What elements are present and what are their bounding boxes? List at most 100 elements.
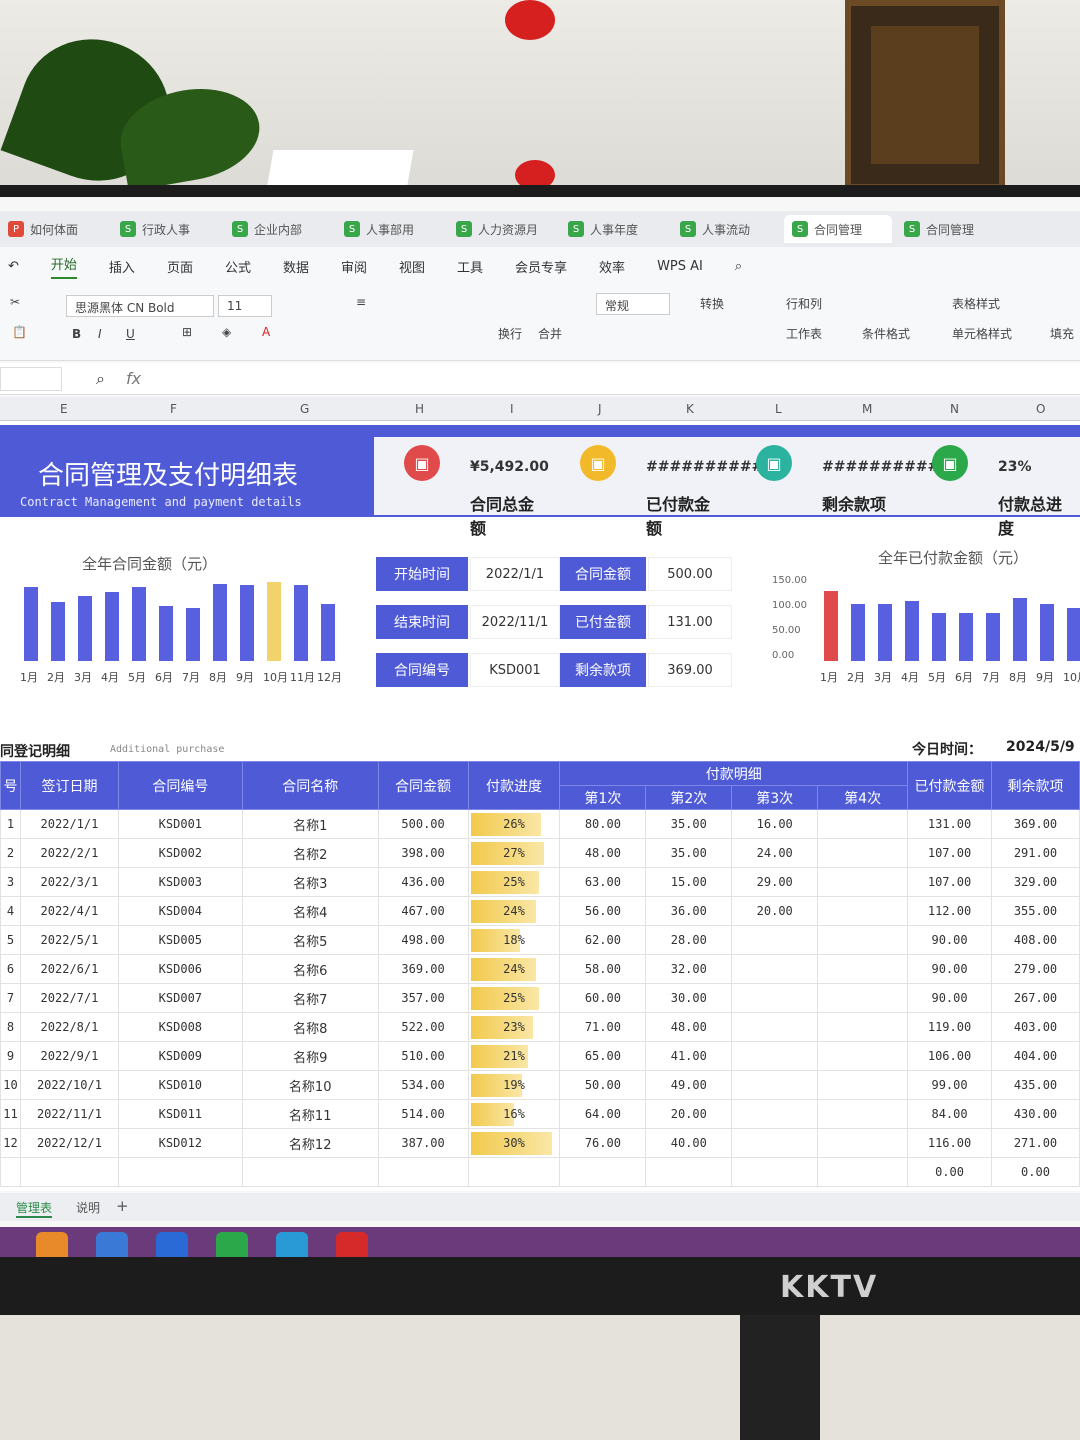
- underline-icon[interactable]: U: [126, 327, 135, 341]
- cell-name[interactable]: 名称12: [241, 1128, 379, 1158]
- cell-progress[interactable]: 24%: [467, 954, 561, 984]
- cell-date[interactable]: 2022/8/1: [19, 1012, 119, 1042]
- cell-p3[interactable]: [731, 983, 819, 1013]
- wps-app-icon[interactable]: [336, 1232, 368, 1257]
- cell-name[interactable]: 名称2: [241, 838, 379, 868]
- cell-p3[interactable]: [731, 925, 819, 955]
- cell-amount[interactable]: 514.00: [377, 1099, 469, 1129]
- cell-no[interactable]: 12: [0, 1128, 21, 1158]
- cell-p4[interactable]: [817, 983, 909, 1013]
- cell-remain[interactable]: 291.00: [991, 838, 1080, 868]
- worksheet-button[interactable]: 工作表: [786, 325, 822, 342]
- cell-no[interactable]: 7: [0, 983, 21, 1013]
- cell-name[interactable]: 名称3: [241, 867, 379, 897]
- cell-p1[interactable]: 58.00: [559, 954, 647, 984]
- cloud-app-icon[interactable]: [96, 1232, 128, 1257]
- italic-icon[interactable]: I: [98, 327, 102, 341]
- cell-no[interactable]: 9: [0, 1041, 21, 1071]
- sheet-tab-notes[interactable]: 说明: [76, 1199, 100, 1216]
- cell-p4[interactable]: [817, 1041, 909, 1071]
- cell-progress[interactable]: 19%: [467, 1070, 561, 1100]
- doc-tab[interactable]: S 人事年度: [560, 215, 668, 243]
- cell-p1[interactable]: 50.00: [559, 1070, 647, 1100]
- undo-icon[interactable]: ↶: [8, 259, 19, 274]
- cell-paid[interactable]: 119.00: [907, 1012, 992, 1042]
- cell-p3[interactable]: [731, 1070, 819, 1100]
- cell-name[interactable]: 名称8: [241, 1012, 379, 1042]
- cell-progress[interactable]: 27%: [467, 838, 561, 868]
- cell-id[interactable]: KSD001: [117, 809, 243, 839]
- cell-no[interactable]: [0, 1157, 21, 1187]
- fill-color-icon[interactable]: ◈: [222, 325, 231, 339]
- doc-tab[interactable]: S 合同管理: [784, 215, 892, 243]
- cell-p1[interactable]: 62.00: [559, 925, 647, 955]
- name-box[interactable]: [0, 367, 62, 391]
- sogou-app-icon[interactable]: [156, 1232, 188, 1257]
- cell-paid[interactable]: 106.00: [907, 1041, 992, 1071]
- cell-p3[interactable]: [731, 1157, 819, 1187]
- column-header[interactable]: I: [510, 402, 514, 416]
- fill-button[interactable]: 填充: [1050, 325, 1074, 342]
- cell-p1[interactable]: 60.00: [559, 983, 647, 1013]
- cell-p2[interactable]: 36.00: [645, 896, 733, 926]
- cell-p4[interactable]: [817, 925, 909, 955]
- menu-wps-ai[interactable]: WPS AI: [657, 259, 703, 274]
- menu-member[interactable]: 会员专享: [515, 257, 567, 276]
- conditional-format-button[interactable]: 条件格式: [862, 325, 910, 342]
- cell-remain[interactable]: 279.00: [991, 954, 1080, 984]
- cell-id[interactable]: KSD010: [117, 1070, 243, 1100]
- cell-progress[interactable]: 18%: [467, 925, 561, 955]
- cell-name[interactable]: 名称4: [241, 896, 379, 926]
- cell-p1[interactable]: 48.00: [559, 838, 647, 868]
- cell-p4[interactable]: [817, 896, 909, 926]
- cell-p2[interactable]: [645, 1157, 733, 1187]
- cell-p2[interactable]: 41.00: [645, 1041, 733, 1071]
- cell-p3[interactable]: [731, 954, 819, 984]
- qq-app-icon[interactable]: [276, 1232, 308, 1257]
- cell-p3[interactable]: 29.00: [731, 867, 819, 897]
- column-header[interactable]: N: [950, 402, 959, 416]
- cell-p1[interactable]: 63.00: [559, 867, 647, 897]
- cell-date[interactable]: 2022/12/1: [19, 1128, 119, 1158]
- doc-tab[interactable]: S 行政人事: [112, 215, 220, 243]
- doc-tab[interactable]: P 如何体面: [0, 215, 108, 243]
- cell-p2[interactable]: 35.00: [645, 809, 733, 839]
- cell-amount[interactable]: [377, 1157, 469, 1187]
- cell-progress[interactable]: [467, 1157, 561, 1187]
- cell-name[interactable]: 名称5: [241, 925, 379, 955]
- font-size-select[interactable]: 11: [218, 295, 272, 317]
- cell-remain[interactable]: 430.00: [991, 1099, 1080, 1129]
- cell-p3[interactable]: 24.00: [731, 838, 819, 868]
- menu-page[interactable]: 页面: [167, 257, 193, 276]
- cell-date[interactable]: 2022/5/1: [19, 925, 119, 955]
- menu-insert[interactable]: 插入: [109, 257, 135, 276]
- cell-date[interactable]: 2022/2/1: [19, 838, 119, 868]
- align-icon[interactable]: ≡: [356, 295, 366, 309]
- cell-p1[interactable]: 56.00: [559, 896, 647, 926]
- cell-remain[interactable]: 329.00: [991, 867, 1080, 897]
- cell-no[interactable]: 1: [0, 809, 21, 839]
- doc-tab[interactable]: S 合同管理: [896, 215, 1004, 243]
- cell-p4[interactable]: [817, 867, 909, 897]
- cell-amount[interactable]: 534.00: [377, 1070, 469, 1100]
- cell-p1[interactable]: 76.00: [559, 1128, 647, 1158]
- cell-paid[interactable]: 112.00: [907, 896, 992, 926]
- cell-amount[interactable]: 369.00: [377, 954, 469, 984]
- column-header[interactable]: G: [300, 402, 309, 416]
- cell-p3[interactable]: [731, 1099, 819, 1129]
- cell-style-button[interactable]: 单元格样式: [952, 325, 1012, 342]
- start-time-value[interactable]: 2022/1/1: [470, 557, 560, 591]
- end-time-value[interactable]: 2022/11/1: [470, 605, 560, 639]
- cell-amount[interactable]: 510.00: [377, 1041, 469, 1071]
- cell-date[interactable]: 2022/10/1: [19, 1070, 119, 1100]
- cell-p2[interactable]: 30.00: [645, 983, 733, 1013]
- cell-remain[interactable]: 404.00: [991, 1041, 1080, 1071]
- zoom-icon[interactable]: ⌕: [96, 369, 105, 389]
- cell-no[interactable]: 4: [0, 896, 21, 926]
- border-icon[interactable]: ⊞: [182, 325, 192, 339]
- cell-paid[interactable]: 99.00: [907, 1070, 992, 1100]
- contract-id-value[interactable]: KSD001: [470, 653, 560, 687]
- cell-amount[interactable]: 387.00: [377, 1128, 469, 1158]
- rowcol-button[interactable]: 行和列: [786, 295, 822, 312]
- cell-no[interactable]: 6: [0, 954, 21, 984]
